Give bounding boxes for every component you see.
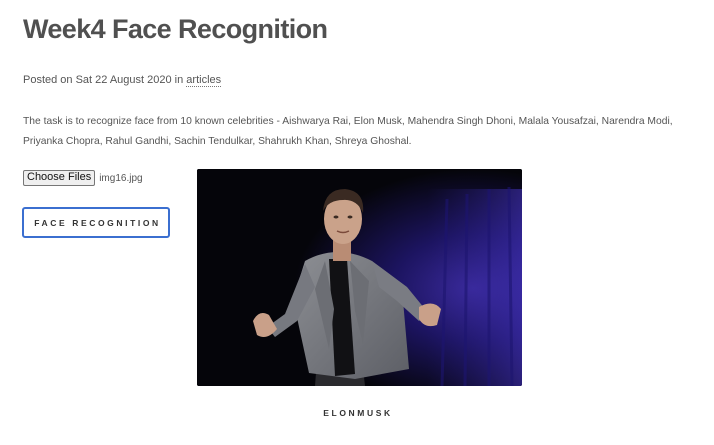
post-description: The task is to recognize face from 10 kn… xyxy=(23,116,673,147)
category-link[interactable]: articles xyxy=(186,74,222,87)
face-recognition-button[interactable]: FACE RECOGNITION xyxy=(22,207,170,238)
file-upload: Choose Files img16.jpg xyxy=(23,170,143,186)
selected-file-name: img16.jpg xyxy=(99,172,143,184)
recognition-result: ELONMUSK xyxy=(323,408,393,418)
post-meta: Posted on Sat 22 August 2020 in articles xyxy=(23,74,222,87)
choose-files-button[interactable]: Choose Files xyxy=(23,170,96,186)
page-title: Week4 Face Recognition xyxy=(23,14,328,44)
uploaded-photo xyxy=(197,169,522,386)
person-photo-image xyxy=(197,169,522,386)
posted-date: Posted on Sat 22 August 2020 in xyxy=(23,74,187,86)
